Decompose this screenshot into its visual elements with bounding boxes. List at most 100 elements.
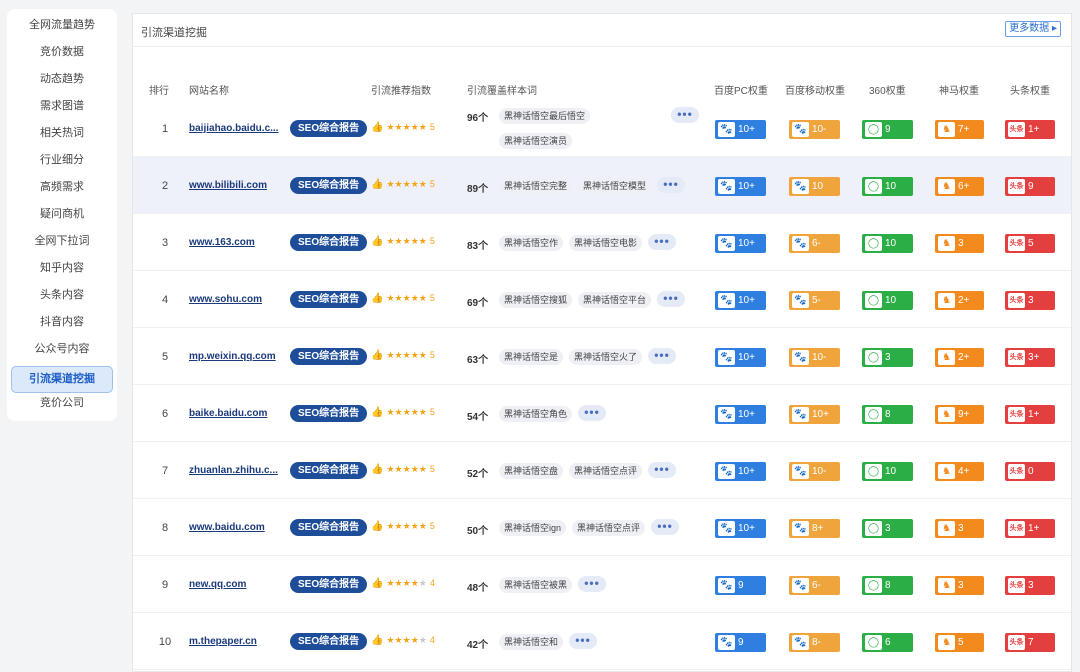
shenma-weight-badge[interactable]: ♞ 3 (935, 576, 984, 595)
shenma-weight-badge[interactable]: ♞ 6+ (935, 177, 984, 196)
site-link[interactable]: new.qq.com (189, 579, 246, 590)
baidu-pc-weight-badge[interactable]: 🐾 9 (715, 576, 766, 595)
more-data-button[interactable]: 更多数据 ▸ (1005, 21, 1061, 37)
sidebar-item[interactable]: 引流渠道挖掘 (11, 366, 113, 393)
seo-report-button[interactable]: SEO综合报告 (290, 405, 368, 422)
baidu-mobile-weight-badge[interactable]: 🐾 10- (789, 120, 840, 139)
baidu-pc-weight-badge[interactable]: 🐾 9 (715, 633, 766, 652)
site-link[interactable]: www.sohu.com (189, 294, 262, 305)
shenma-weight-badge[interactable]: ♞ 5 (935, 633, 984, 652)
site-link[interactable]: www.baidu.com (189, 522, 265, 533)
baidu-mobile-weight-badge[interactable]: 🐾 5- (789, 291, 840, 310)
toutiao-weight-badge[interactable]: 头条 3 (1005, 291, 1055, 310)
360-weight-badge[interactable]: ◯ 8 (862, 405, 913, 424)
360-weight-badge[interactable]: ◯ 10 (862, 234, 913, 253)
sidebar-item[interactable]: 动态趋势 (11, 69, 113, 96)
toutiao-weight-badge[interactable]: 头条 3+ (1005, 348, 1055, 367)
baidu-pc-weight-badge[interactable]: 🐾 10+ (715, 348, 766, 367)
baidu-pc-weight-badge[interactable]: 🐾 10+ (715, 405, 766, 424)
star-icon: ★ (410, 236, 419, 246)
more-keywords-button[interactable]: ••• (578, 405, 606, 421)
seo-report-button[interactable]: SEO综合报告 (290, 177, 368, 194)
more-keywords-button[interactable]: ••• (648, 462, 676, 478)
seo-report-button[interactable]: SEO综合报告 (290, 234, 368, 251)
site-link[interactable]: baijiahao.baidu.c... (189, 123, 278, 134)
site-link[interactable]: zhuanlan.zhihu.c... (189, 465, 278, 476)
sidebar-item[interactable]: 行业细分 (11, 150, 113, 177)
sidebar-item[interactable]: 竞价公司 (11, 393, 113, 420)
toutiao-weight-badge[interactable]: 头条 1+ (1005, 120, 1055, 139)
360-weight-badge[interactable]: ◯ 6 (862, 633, 913, 652)
toutiao-weight-badge[interactable]: 头条 7 (1005, 633, 1055, 652)
site-link[interactable]: www.bilibili.com (189, 180, 267, 191)
more-keywords-button[interactable]: ••• (648, 234, 676, 250)
shenma-weight-badge[interactable]: ♞ 3 (935, 234, 984, 253)
seo-report-button[interactable]: SEO综合报告 (290, 633, 368, 650)
sidebar-item[interactable]: 头条内容 (11, 285, 113, 312)
baidu-pc-weight-badge[interactable]: 🐾 10+ (715, 462, 766, 481)
sidebar-item[interactable]: 全网流量趋势 (11, 15, 113, 42)
more-keywords-button[interactable]: ••• (651, 519, 679, 535)
toutiao-weight-badge[interactable]: 头条 9 (1005, 177, 1055, 196)
360-weight-badge[interactable]: ◯ 10 (862, 291, 913, 310)
baidu-mobile-weight-badge[interactable]: 🐾 6- (789, 234, 840, 253)
360-weight-badge[interactable]: ◯ 9 (862, 120, 913, 139)
sidebar-item[interactable]: 抖音内容 (11, 312, 113, 339)
baidu-paw-icon: 🐾 (792, 293, 809, 308)
more-keywords-button[interactable]: ••• (671, 107, 699, 123)
more-keywords-button[interactable]: ••• (657, 177, 685, 193)
shenma-weight-badge[interactable]: ♞ 2+ (935, 348, 984, 367)
more-keywords-button[interactable]: ••• (657, 291, 685, 307)
site-link[interactable]: mp.weixin.qq.com (189, 351, 276, 362)
toutiao-weight-badge[interactable]: 头条 1+ (1005, 405, 1055, 424)
shenma-weight-badge[interactable]: ♞ 9+ (935, 405, 984, 424)
360-weight-badge[interactable]: ◯ 10 (862, 177, 913, 196)
shenma-weight-badge[interactable]: ♞ 3 (935, 519, 984, 538)
sidebar-item[interactable]: 公众号内容 (11, 339, 113, 366)
seo-report-button[interactable]: SEO综合报告 (290, 348, 368, 365)
shenma-weight-badge[interactable]: ♞ 4+ (935, 462, 984, 481)
toutiao-weight-badge[interactable]: 头条 0 (1005, 462, 1055, 481)
baidu-mobile-weight-badge[interactable]: 🐾 8+ (789, 519, 840, 538)
sidebar-item[interactable]: 相关热词 (11, 123, 113, 150)
baidu-pc-weight-badge[interactable]: 🐾 10+ (715, 120, 766, 139)
360-weight-badge[interactable]: ◯ 3 (862, 519, 913, 538)
shenma-weight-badge[interactable]: ♞ 7+ (935, 120, 984, 139)
more-keywords-button[interactable]: ••• (578, 576, 606, 592)
site-link[interactable]: baike.baidu.com (189, 408, 267, 419)
more-keywords-button[interactable]: ••• (569, 633, 597, 649)
360-weight-badge[interactable]: ◯ 3 (862, 348, 913, 367)
baidu-pc-weight-badge[interactable]: 🐾 10+ (715, 177, 766, 196)
baidu-mobile-weight-badge[interactable]: 🐾 8- (789, 633, 840, 652)
360-weight-badge[interactable]: ◯ 10 (862, 462, 913, 481)
baidu-mobile-weight-badge[interactable]: 🐾 6- (789, 576, 840, 595)
baidu-pc-weight-badge[interactable]: 🐾 10+ (715, 291, 766, 310)
seo-report-button[interactable]: SEO综合报告 (290, 120, 368, 137)
baidu-mobile-weight-badge[interactable]: 🐾 10- (789, 462, 840, 481)
seo-report-button[interactable]: SEO综合报告 (290, 462, 368, 479)
recommend-stars: 👍 ★★★★★ 5 (371, 236, 435, 247)
toutiao-weight-badge[interactable]: 头条 1+ (1005, 519, 1055, 538)
sidebar-item[interactable]: 高频需求 (11, 177, 113, 204)
sidebar-item[interactable]: 疑问商机 (11, 204, 113, 231)
site-link[interactable]: m.thepaper.cn (189, 636, 257, 647)
baidu-pc-weight-badge[interactable]: 🐾 10+ (715, 519, 766, 538)
sidebar-item[interactable]: 知乎内容 (11, 258, 113, 285)
seo-report-button[interactable]: SEO综合报告 (290, 576, 368, 593)
baidu-mobile-weight-badge[interactable]: 🐾 10- (789, 348, 840, 367)
baidu-paw-icon: 🐾 (718, 122, 735, 137)
seo-report-button[interactable]: SEO综合报告 (290, 519, 368, 536)
360-weight-badge[interactable]: ◯ 8 (862, 576, 913, 595)
site-link[interactable]: www.163.com (189, 237, 255, 248)
toutiao-weight-badge[interactable]: 头条 5 (1005, 234, 1055, 253)
baidu-mobile-weight-badge[interactable]: 🐾 10+ (789, 405, 840, 424)
baidu-pc-weight-badge[interactable]: 🐾 10+ (715, 234, 766, 253)
baidu-mobile-weight-badge[interactable]: 🐾 10 (789, 177, 840, 196)
seo-report-button[interactable]: SEO综合报告 (290, 291, 368, 308)
toutiao-weight-badge[interactable]: 头条 3 (1005, 576, 1055, 595)
sidebar-item[interactable]: 竞价数据 (11, 42, 113, 69)
sidebar-item[interactable]: 全网下拉词 (11, 231, 113, 258)
shenma-weight-badge[interactable]: ♞ 2+ (935, 291, 984, 310)
more-keywords-button[interactable]: ••• (648, 348, 676, 364)
sidebar-item[interactable]: 需求图谱 (11, 96, 113, 123)
